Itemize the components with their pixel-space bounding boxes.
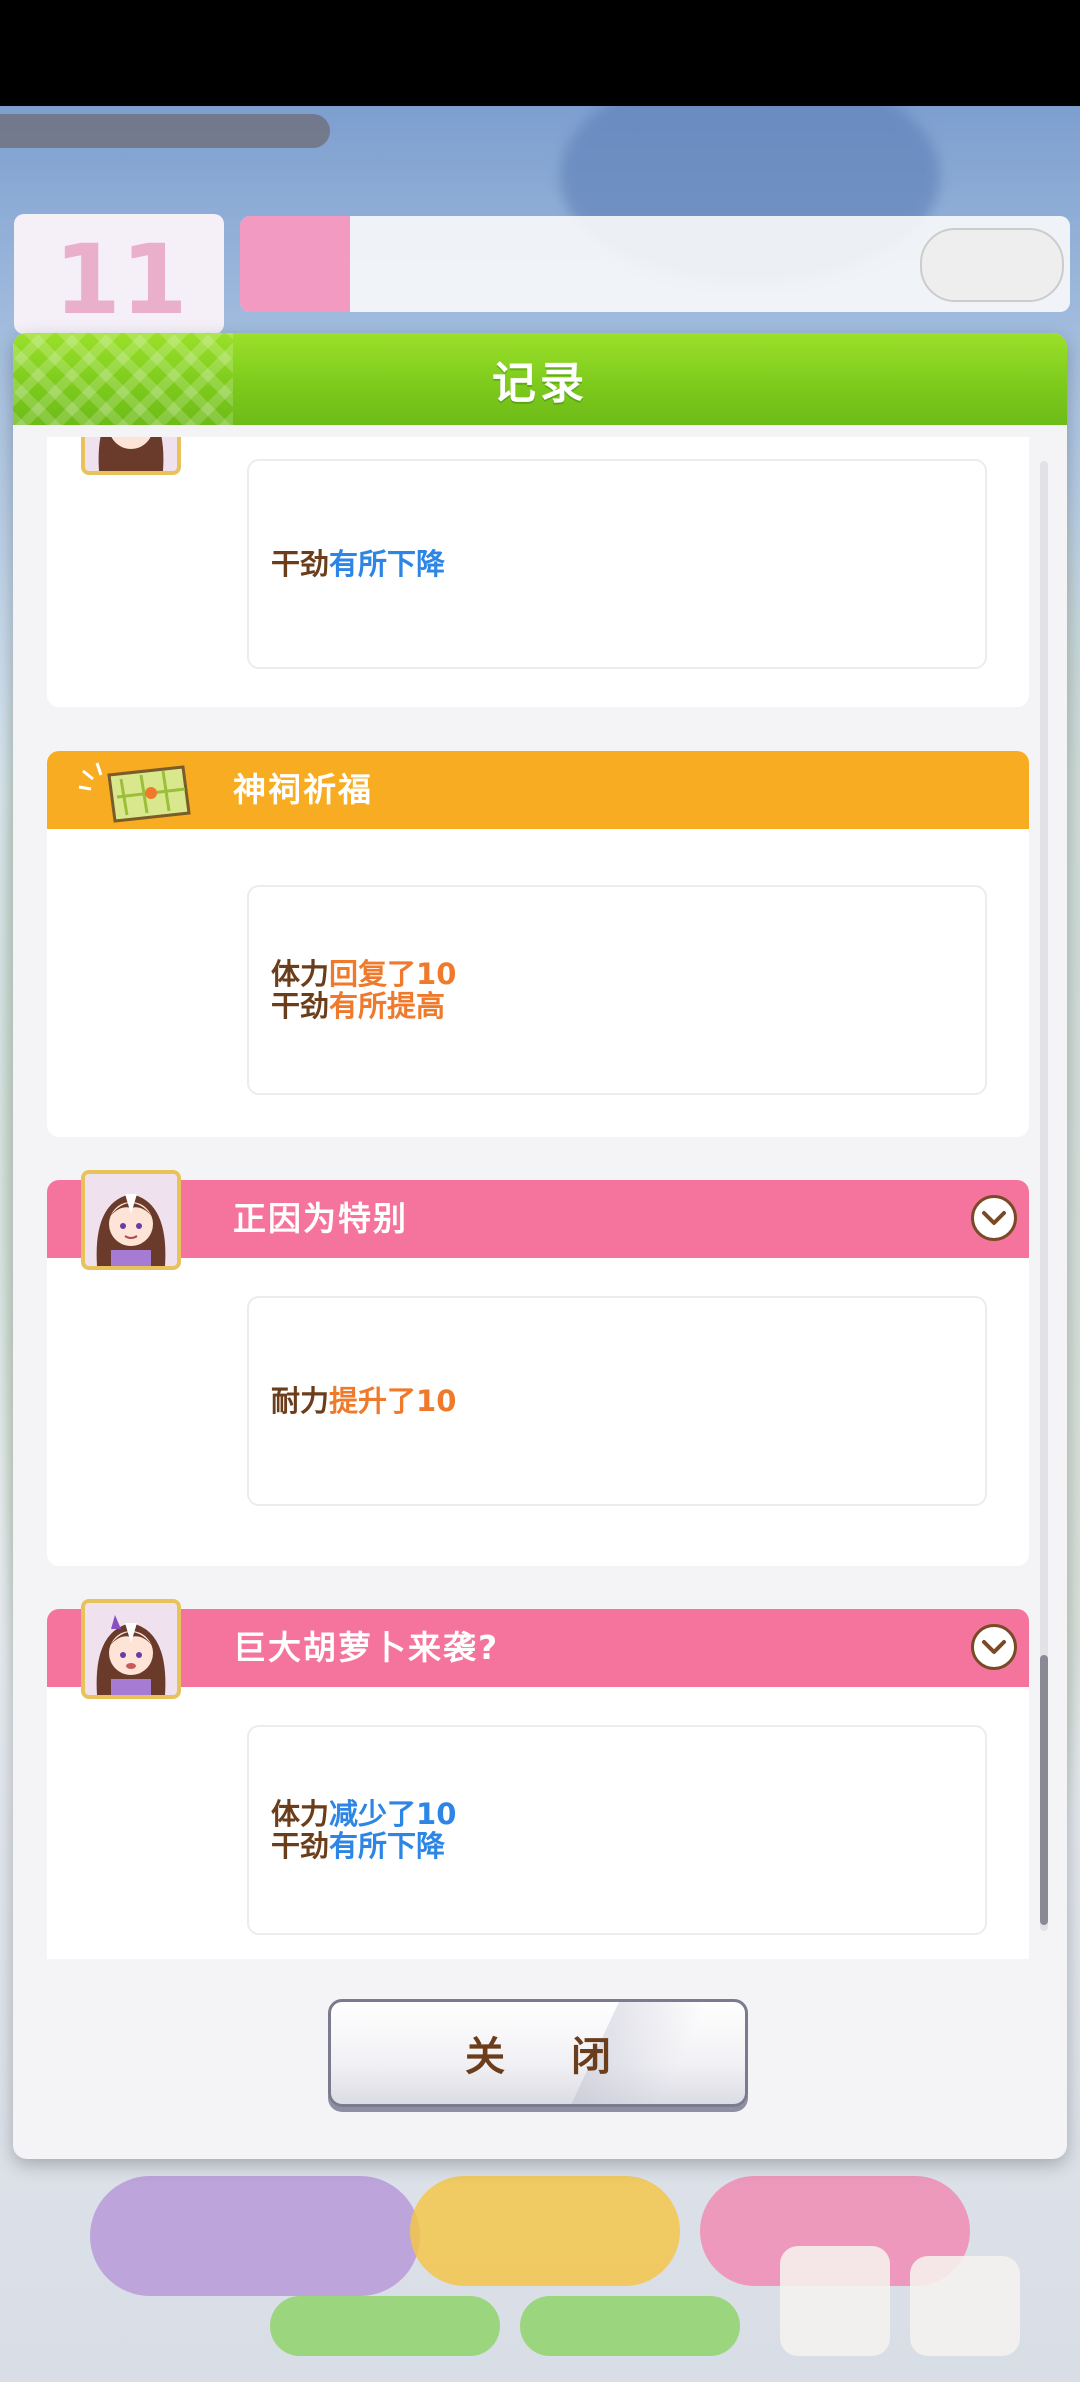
background-menu-pill [90, 2176, 420, 2296]
record-list[interactable]: 干劲有所下降 神祠祈福 体力回复了10 干劲有所提高 正因为特别 耐力提升了10… [13, 437, 1067, 1959]
effect-change: 有所下降 [329, 547, 446, 581]
header-pattern [13, 333, 233, 425]
background-message-button [920, 228, 1064, 302]
effect-line: 体力减少了10 [271, 1798, 985, 1830]
effect-change: 提升了10 [329, 1384, 457, 1418]
entry-header-bar: 神祠祈福 [47, 751, 1029, 829]
effect-label: 干劲 [271, 1829, 330, 1863]
background-menu-pill [520, 2296, 740, 2356]
record-entry: 正因为特别 耐力提升了10 [47, 1170, 1029, 1566]
entry-detail: 体力回复了10 干劲有所提高 [247, 885, 987, 1095]
character-portrait [81, 437, 181, 475]
effect-label: 干劲 [271, 547, 330, 581]
effect-change: 有所提高 [329, 989, 446, 1023]
entry-title: 正因为特别 [233, 1199, 408, 1238]
effect-label: 干劲 [271, 989, 330, 1023]
effect-line: 体力回复了10 [271, 958, 985, 990]
dialog-header: 记录 [13, 333, 1067, 425]
character-portrait [81, 1599, 181, 1699]
effect-change: 回复了10 [329, 957, 457, 991]
entry-detail: 体力减少了10 干劲有所下降 [247, 1725, 987, 1935]
record-entry: 干劲有所下降 [47, 437, 1029, 707]
dialog-title: 记录 [492, 358, 588, 409]
effect-line: 干劲有所提高 [271, 990, 985, 1022]
entry-detail: 干劲有所下降 [247, 459, 987, 669]
background-message-tag [240, 216, 350, 312]
effect-line: 干劲有所下降 [271, 548, 985, 580]
map-scroll-icon [78, 762, 191, 823]
record-dialog: 记录 干劲有所下降 神祠祈福 体力回复了10 干劲有所提高 正因为特别 耐力提升… [13, 333, 1067, 2159]
effect-label: 体力 [271, 957, 330, 991]
entry-title: 神祠祈福 [233, 770, 373, 809]
effect-line: 耐力提升了10 [271, 1385, 985, 1417]
close-button-label: 关 闭 [465, 2034, 637, 2080]
background-menu-button [910, 2256, 1020, 2356]
background-turn-counter: 11 [14, 214, 224, 336]
record-entry: 神祠祈福 体力回复了10 干劲有所提高 [47, 751, 1029, 1137]
chevron-down-icon[interactable] [971, 1624, 1017, 1670]
effect-label: 耐力 [271, 1384, 330, 1418]
entry-detail: 耐力提升了10 [247, 1296, 987, 1506]
character-portrait [81, 1170, 181, 1270]
scrollbar-thumb[interactable] [1040, 1655, 1048, 1925]
effect-label: 体力 [271, 1797, 330, 1831]
background-status-bar [0, 114, 330, 148]
chevron-down-icon[interactable] [971, 1195, 1017, 1241]
close-button[interactable]: 关 闭 [328, 1999, 748, 2107]
entry-title: 巨大胡萝卜来袭? [233, 1628, 500, 1667]
effect-change: 减少了10 [329, 1797, 457, 1831]
entry-header-bar: 巨大胡萝卜来袭? [47, 1609, 1029, 1687]
background-menu-pill [270, 2296, 500, 2356]
background-menu-pill [410, 2176, 680, 2286]
background-menu-button [780, 2246, 890, 2356]
entry-header-bar: 正因为特别 [47, 1180, 1029, 1258]
effect-change: 有所下降 [329, 1829, 446, 1863]
record-entry: 巨大胡萝卜来袭? 体力减少了10 干劲有所下降 [47, 1599, 1029, 1959]
effect-line: 干劲有所下降 [271, 1830, 985, 1862]
